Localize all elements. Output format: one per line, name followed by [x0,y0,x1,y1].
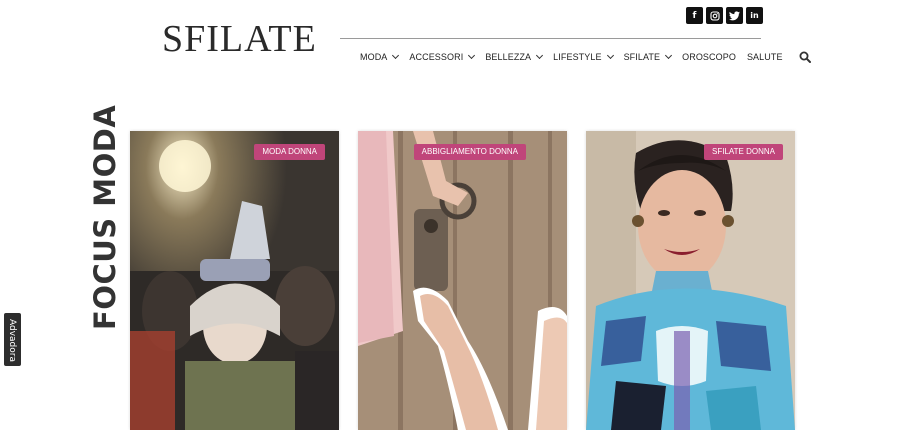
nav-label: BELLEZZA [485,52,532,62]
article-card[interactable]: ABBIGLIAMENTO DONNA [358,131,567,430]
chevron-down-icon [392,51,400,60]
nav-item-salute[interactable]: SALUTE [747,52,783,62]
nav-label: LIFESTYLE [553,52,602,62]
side-tab-label: Advadora [7,319,17,362]
article-image [586,131,795,430]
article-image [358,131,567,430]
main-nav: MODA ACCESSORI BELLEZZA LIFESTYLE SFILAT… [360,50,811,64]
facebook-icon[interactable]: f [686,7,703,24]
nav-item-lifestyle[interactable]: LIFESTYLE [553,51,614,62]
chevron-down-icon [468,51,476,60]
instagram-glyph [709,10,720,21]
twitter-icon[interactable] [726,7,743,24]
nav-label: OROSCOPO [682,52,736,62]
nav-item-oroscopo[interactable]: OROSCOPO [682,52,736,62]
instagram-icon[interactable] [706,7,723,24]
section-title: FOCUS MODA [88,104,122,330]
article-card[interactable]: SFILATE DONNA [586,131,795,430]
category-badge[interactable]: ABBIGLIAMENTO DONNA [413,144,526,160]
side-tab[interactable]: Advadora [4,313,21,366]
category-badge[interactable]: MODA DONNA [254,144,325,160]
article-image [130,131,339,430]
header-divider [340,38,761,39]
linkedin-icon[interactable]: in [746,7,763,24]
chevron-down-icon [536,51,544,60]
site-logo[interactable]: SFILATE [162,17,317,61]
linkedin-glyph: in [750,11,759,20]
chevron-down-icon [606,51,614,60]
social-links: f in [686,7,763,24]
search-icon [799,51,811,63]
facebook-glyph: f [692,10,697,21]
nav-label: ACCESSORI [409,52,464,62]
nav-label: SALUTE [746,52,783,62]
chevron-down-icon [665,51,673,60]
nav-item-sfilate[interactable]: SFILATE [623,51,673,62]
nav-item-accessori[interactable]: ACCESSORI [409,51,476,62]
nav-item-bellezza[interactable]: BELLEZZA [485,51,544,62]
nav-item-moda[interactable]: MODA [360,51,400,62]
nav-label: SFILATE [623,52,661,62]
category-badge[interactable]: SFILATE DONNA [704,144,783,160]
search-button[interactable] [799,51,811,63]
twitter-glyph [729,10,740,20]
nav-label: MODA [360,52,388,62]
article-card[interactable]: MODA DONNA [130,131,339,430]
